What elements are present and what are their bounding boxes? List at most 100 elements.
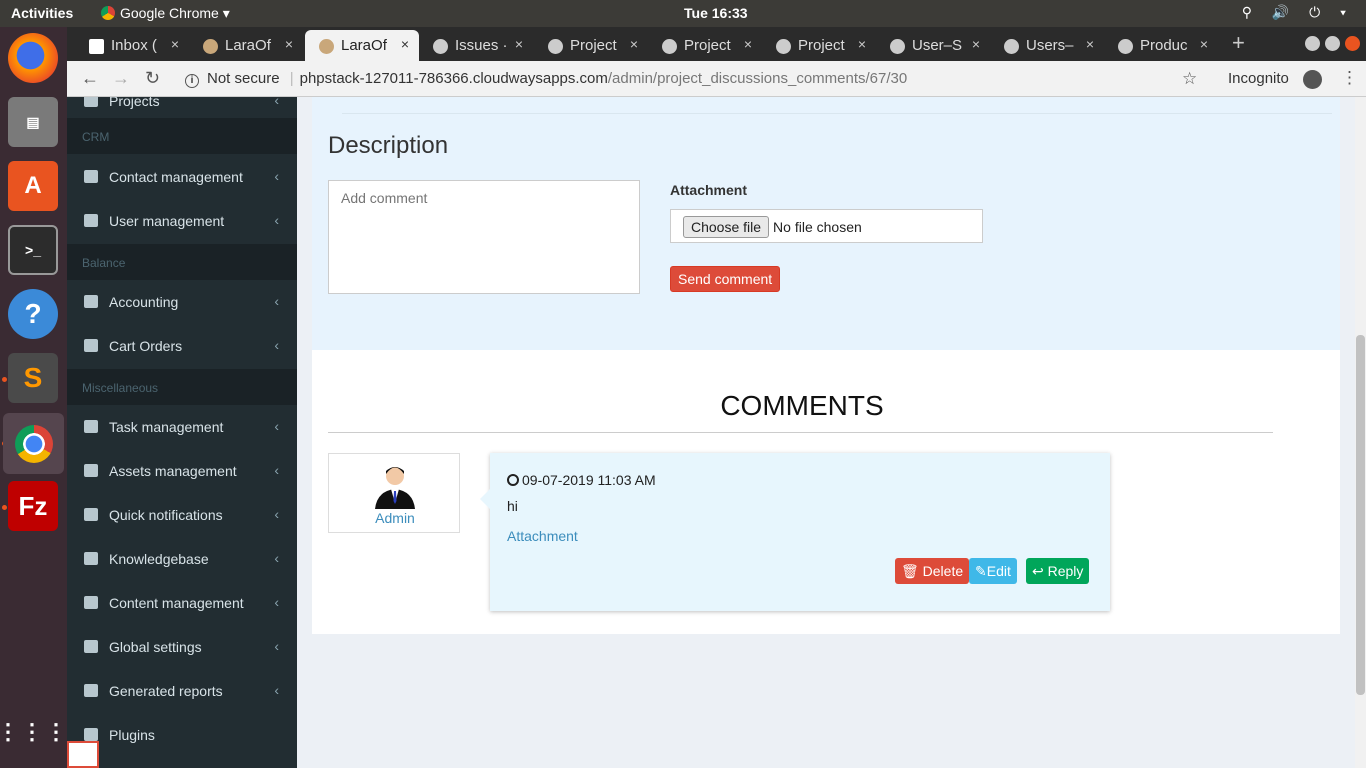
tab-close-icon[interactable]: ×: [515, 36, 523, 52]
delete-button[interactable]: 🗑 Delete: [895, 558, 970, 584]
new-tab-button[interactable]: +: [1232, 30, 1245, 56]
send-comment-button[interactable]: Send comment: [670, 266, 781, 292]
app-grid-icon[interactable]: ⋮⋮⋮: [0, 707, 67, 757]
forward-icon[interactable]: →: [112, 68, 130, 89]
sidebar-item-generated-reports[interactable]: Generated reports ‹: [67, 670, 297, 714]
chevron-left-icon: ‹: [274, 337, 279, 353]
sidebar-item-cart-orders[interactable]: Cart Orders ‹: [67, 325, 297, 369]
tab-users[interactable]: Users– ×: [990, 30, 1104, 61]
comment-input[interactable]: [328, 180, 640, 294]
chevron-left-icon: ‹: [274, 550, 279, 566]
sidebar-item-accounting[interactable]: Accounting ‹: [67, 281, 297, 325]
help-icon[interactable]: ?: [8, 289, 58, 339]
chevron-left-icon: ‹: [274, 462, 279, 478]
comment-author-name[interactable]: Admin: [329, 510, 461, 526]
software-center-icon[interactable]: A: [8, 161, 58, 211]
reload-icon[interactable]: ↻: [145, 68, 160, 89]
filezilla-icon[interactable]: Fz: [8, 481, 58, 531]
tab-project-1[interactable]: Project ×: [534, 30, 648, 61]
comment-text: hi: [507, 498, 518, 514]
github-icon: [1118, 39, 1133, 54]
choose-file-button[interactable]: Choose file: [683, 216, 770, 238]
chrome-icon[interactable]: [3, 413, 64, 474]
tab-label: Users–: [1026, 37, 1074, 54]
file-input[interactable]: Choose file No file chosen: [670, 209, 983, 243]
scrollbar-thumb[interactable]: [1356, 335, 1365, 695]
tab-project-2[interactable]: Project ×: [648, 30, 762, 61]
tab-label: User–S: [912, 37, 963, 54]
edit-button[interactable]: ✎Edit: [969, 558, 1017, 584]
tab-close-icon[interactable]: ×: [858, 36, 866, 52]
clock[interactable]: Tue 16:33: [684, 5, 748, 21]
tab-close-icon[interactable]: ×: [1086, 36, 1094, 52]
comment-attachment-link[interactable]: Attachment: [507, 528, 578, 544]
tab-close-icon[interactable]: ×: [630, 36, 638, 52]
sidebar-item-contact-management[interactable]: Contact management ‹: [67, 156, 297, 200]
incognito-label: Incognito: [1228, 70, 1289, 87]
tab-inbox[interactable]: Inbox (×: [75, 30, 189, 61]
sidebar-item-user-management[interactable]: User management ‹: [67, 200, 297, 244]
sidebar-item-label: Projects: [109, 97, 160, 109]
sidebar-item-plugins[interactable]: Plugins: [67, 714, 297, 758]
sidebar-item-content-management[interactable]: Content management ‹: [67, 582, 297, 626]
url-field[interactable]: i Not secure | phpstack-127011-786366.clou…: [185, 65, 1201, 93]
close-window-icon[interactable]: [1345, 36, 1360, 51]
tab-label: Project: [798, 37, 845, 54]
tab-close-icon[interactable]: ×: [1200, 36, 1208, 52]
chevron-left-icon: ‹: [274, 638, 279, 654]
tab-project-3[interactable]: Project ×: [762, 30, 876, 61]
back-icon[interactable]: ←: [81, 68, 99, 89]
sidebar-item-label: Contact management: [109, 169, 243, 185]
avatar: [375, 467, 415, 509]
tab-close-icon[interactable]: ×: [285, 36, 293, 52]
chevron-left-icon: ‹: [274, 418, 279, 434]
tab-close-icon[interactable]: ×: [744, 36, 752, 52]
money-icon: [84, 295, 98, 308]
page-scrollbar[interactable]: [1355, 97, 1366, 768]
sidebar-item-quick-notifications[interactable]: Quick notifications ‹: [67, 494, 297, 538]
sidebar-header-balance: Balance: [67, 244, 297, 280]
maximize-icon[interactable]: [1325, 36, 1340, 51]
chrome-menu-icon[interactable]: ⋮: [1341, 68, 1358, 88]
system-top-bar: Activities Google Chrome ▾ Tue 16:33 ⚲ 🔊…: [0, 0, 1366, 27]
tab-laraoffice-active[interactable]: LaraOf ×: [305, 30, 419, 61]
reply-button[interactable]: ↩ Reply: [1026, 558, 1090, 584]
tab-label: Project: [570, 37, 617, 54]
sidebar-item-knowledgebase[interactable]: Knowledgebase ‹: [67, 538, 297, 582]
cart-icon: [84, 339, 98, 352]
tab-close-icon[interactable]: ×: [171, 36, 179, 52]
tab-close-icon[interactable]: ×: [401, 36, 409, 52]
activities-button[interactable]: Activities: [11, 5, 73, 21]
files-icon[interactable]: ▤: [8, 97, 58, 147]
sublime-icon[interactable]: S: [8, 353, 58, 403]
sidebar-item-task-management[interactable]: Task management ‹: [67, 406, 297, 450]
main-content: Description Attachment Choose fileNo fil…: [297, 97, 1355, 768]
github-icon: [662, 39, 677, 54]
tab-laraoffice-1[interactable]: LaraOf ×: [189, 30, 303, 61]
sidebar-header-crm: CRM: [67, 118, 297, 154]
tab-close-icon[interactable]: ×: [972, 36, 980, 52]
building-icon: [84, 552, 98, 565]
sidebar-item-assets-management[interactable]: Assets management ‹: [67, 450, 297, 494]
tab-products[interactable]: Produc ×: [1104, 30, 1218, 61]
info-icon[interactable]: i: [185, 74, 199, 88]
security-label: Not secure: [207, 70, 280, 87]
sidebar-item-label: Plugins: [109, 727, 155, 743]
terminal-icon[interactable]: >_: [8, 225, 58, 275]
plugins-icon: [84, 728, 98, 741]
firefox-icon[interactable]: [8, 33, 58, 83]
book-icon: [84, 464, 98, 477]
tab-user-s[interactable]: User–S ×: [876, 30, 990, 61]
system-tray[interactable]: ⚲ 🔊 ⏻ ▾: [1242, 4, 1354, 21]
laraoffice-icon: [319, 39, 334, 54]
minimize-icon[interactable]: [1305, 36, 1320, 51]
app-menu[interactable]: Google Chrome ▾: [101, 5, 230, 22]
github-icon: [890, 39, 905, 54]
bookmark-star-icon[interactable]: ☆: [1182, 69, 1197, 89]
users-icon: [84, 214, 98, 227]
sidebar-item-global-settings[interactable]: Global settings ‹: [67, 626, 297, 670]
no-file-label: No file chosen: [773, 219, 862, 235]
tab-issues[interactable]: Issues · ×: [419, 30, 533, 61]
sidebar: Projects ‹ CRM Contact management ‹ User m…: [67, 97, 297, 768]
divider: [342, 113, 1332, 114]
